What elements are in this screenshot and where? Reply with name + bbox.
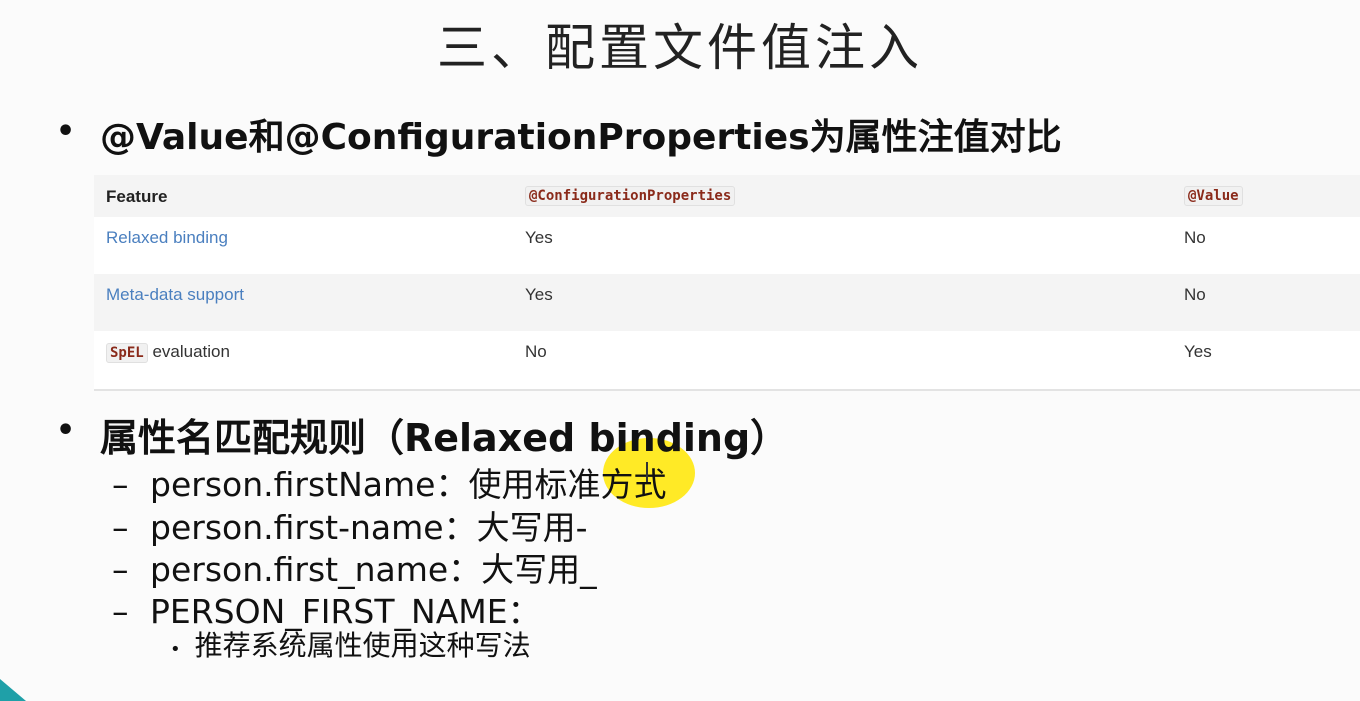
- rule-item: – person.first_name：大写用_: [112, 550, 597, 589]
- feature-link-meta-data-support[interactable]: Meta-data support: [106, 285, 244, 305]
- table-row: SpEL evaluation No Yes: [94, 331, 1360, 387]
- cell-value: No: [1184, 228, 1206, 247]
- cell-value: Yes: [1184, 342, 1212, 361]
- bullet-marker: •: [56, 413, 76, 448]
- rule-item: – PERSON_FIRST_NAME：: [112, 592, 541, 631]
- comparison-table: Feature @ConfigurationProperties @Value …: [94, 175, 1360, 391]
- cell-value: No: [1184, 285, 1206, 304]
- slide-title: 三、配置文件值注入: [437, 19, 923, 77]
- feature-spel-evaluation: SpEL evaluation: [106, 342, 230, 363]
- rule-item: – person.firstName：使用标准方式: [112, 465, 667, 504]
- header-feature: Feature: [106, 187, 168, 206]
- corner-decoration: [0, 679, 26, 701]
- section-heading-relaxed-binding: 属性名匹配规则（Relaxed binding）: [100, 416, 789, 460]
- spel-code: SpEL: [106, 343, 148, 363]
- text-cursor-icon: [646, 462, 650, 482]
- cell-config-props: Yes: [525, 228, 553, 247]
- cell-config-props: No: [525, 342, 547, 361]
- table-row: Relaxed binding Yes No: [94, 217, 1360, 274]
- feature-link-relaxed-binding[interactable]: Relaxed binding: [106, 228, 228, 248]
- table-row: Meta-data support Yes No: [94, 274, 1360, 331]
- section-heading-comparison: @Value和@ConfigurationProperties为属性注值对比: [100, 117, 1062, 158]
- bullet-marker: •: [56, 114, 76, 149]
- table-header-row: Feature @ConfigurationProperties @Value: [94, 175, 1360, 217]
- header-value: @Value: [1184, 185, 1243, 206]
- cell-config-props: Yes: [525, 285, 553, 304]
- header-configuration-properties: @ConfigurationProperties: [525, 185, 736, 206]
- rule-item: – person.first-name：大写用-: [112, 508, 588, 547]
